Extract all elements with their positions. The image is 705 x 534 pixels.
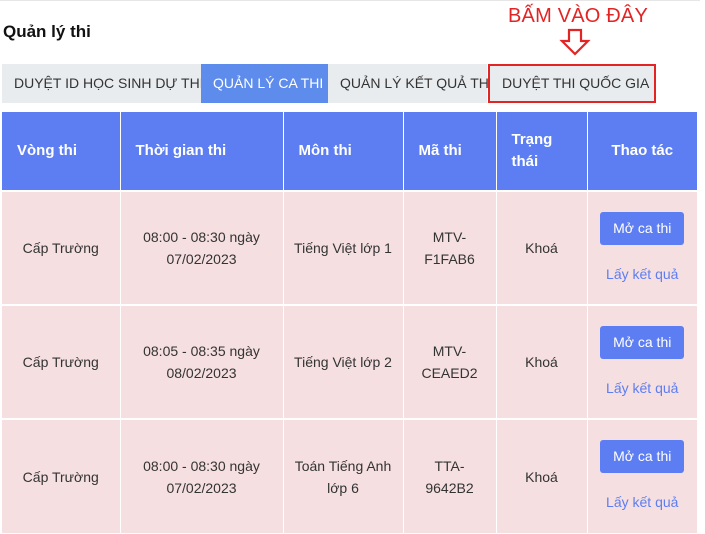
header-time: Thời gian thi (120, 112, 284, 191)
cell-code: TTA-9642B2 (403, 418, 497, 533)
cell-status: Khoá (496, 418, 588, 533)
header-round: Vòng thi (2, 112, 121, 191)
tab-bar: DUYỆT ID HỌC SINH DỰ THI QUẢN LÝ CA THI … (2, 64, 656, 103)
cell-time: 08:00 - 08:30 ngày 07/02/2023 (120, 190, 284, 305)
cell-code: MTV-F1FAB6 (403, 190, 497, 305)
cell-actions: Mở ca thi Lấy kết quả (587, 190, 697, 305)
header-actions: Thao tác (587, 112, 697, 191)
get-results-link[interactable]: Lấy kết quả (598, 263, 688, 285)
cell-round: Cấp Trường (2, 418, 121, 533)
tab-manage-exam-results[interactable]: QUẢN LÝ KẾT QUẢ THI (328, 64, 493, 103)
cell-status: Khoá (496, 304, 588, 419)
cell-status: Khoá (496, 190, 588, 305)
header-status: Trạng thái (496, 112, 588, 191)
header-subject: Môn thi (283, 112, 404, 191)
cell-subject: Tiếng Việt lớp 2 (283, 304, 404, 419)
page-title: Quản lý thi (3, 22, 91, 41)
cell-actions: Mở ca thi Lấy kết quả (587, 418, 697, 533)
open-session-button[interactable]: Mở ca thi (600, 325, 685, 359)
cell-round: Cấp Trường (2, 304, 121, 419)
exam-sessions-table: Vòng thi Thời gian thi Môn thi Mã thi Tr… (2, 112, 697, 533)
tab-approve-student-id[interactable]: DUYỆT ID HỌC SINH DỰ THI (2, 64, 204, 103)
cell-subject: Tiếng Việt lớp 1 (283, 190, 404, 305)
get-results-link[interactable]: Lấy kết quả (598, 377, 688, 399)
arrow-down-outline-icon (559, 28, 591, 56)
tab-approve-national-exam[interactable]: DUYỆT THI QUỐC GIA (488, 64, 656, 103)
annotation-label: BẤM VÀO ĐÂY (508, 5, 649, 27)
table-row: Cấp Trường 08:00 - 08:30 ngày 07/02/2023… (2, 190, 697, 305)
open-session-button[interactable]: Mở ca thi (600, 440, 685, 473)
table-row: Cấp Trường 08:05 - 08:35 ngày 08/02/2023… (2, 304, 697, 419)
open-session-button[interactable]: Mở ca thi (600, 211, 685, 245)
cell-time: 08:05 - 08:35 ngày 08/02/2023 (120, 304, 284, 419)
cell-subject: Toán Tiếng Anh lớp 6 (283, 418, 404, 533)
cell-round: Cấp Trường (2, 190, 121, 305)
cell-time: 08:00 - 08:30 ngày 07/02/2023 (120, 418, 284, 533)
header-code: Mã thi (403, 112, 497, 191)
get-results-link[interactable]: Lấy kết quả (598, 491, 688, 513)
tab-manage-exam-sessions[interactable]: QUẢN LÝ CA THI (201, 64, 328, 103)
table-row: Cấp Trường 08:00 - 08:30 ngày 07/02/2023… (2, 418, 697, 533)
cell-actions: Mở ca thi Lấy kết quả (587, 304, 697, 419)
table-header-row: Vòng thi Thời gian thi Môn thi Mã thi Tr… (2, 112, 697, 191)
top-divider (0, 0, 700, 1)
cell-code: MTV-CEAED2 (403, 304, 497, 419)
